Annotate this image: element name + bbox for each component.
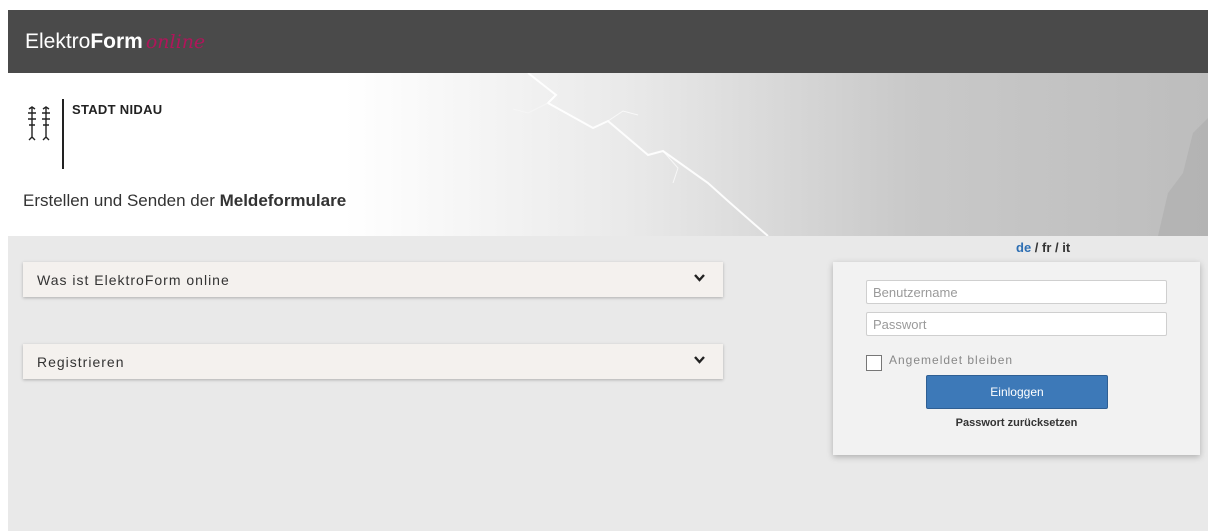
accordion-label: Was ist ElektroForm online bbox=[37, 272, 230, 288]
password-input[interactable] bbox=[866, 312, 1167, 336]
lang-fr[interactable]: fr bbox=[1042, 240, 1051, 255]
chevron-down-icon bbox=[694, 356, 705, 364]
crest-divider bbox=[62, 99, 64, 169]
subtitle-text: Erstellen und Senden der bbox=[23, 191, 215, 210]
accordion-what-is[interactable]: Was ist ElektroForm online bbox=[23, 262, 723, 297]
top-bar: ElektroForm online bbox=[8, 10, 1208, 73]
lang-sep-1: / bbox=[1031, 240, 1043, 255]
lang-it[interactable]: it bbox=[1062, 240, 1070, 255]
chevron-down-icon bbox=[694, 274, 705, 282]
accordion-label: Registrieren bbox=[37, 354, 125, 370]
lang-de[interactable]: de bbox=[1016, 240, 1031, 255]
brand-part-elektro: Elektro bbox=[25, 30, 91, 53]
subtitle-bold: Meldeformulare bbox=[219, 191, 347, 210]
login-button[interactable]: Einloggen bbox=[926, 375, 1108, 409]
nidau-crest-icon bbox=[28, 106, 50, 141]
page-frame: ElektroForm online STADT NIDAU Erstellen … bbox=[8, 10, 1208, 531]
lightning-background bbox=[512, 73, 1208, 236]
lang-sep-2: / bbox=[1051, 240, 1063, 255]
brand-part-online: online bbox=[145, 31, 206, 53]
city-name: STADT NIDAU bbox=[72, 102, 163, 117]
hero-banner: STADT NIDAU Erstellen und Senden der Mel… bbox=[8, 73, 1208, 236]
brand-part-form: Form bbox=[90, 30, 143, 53]
brand-logo[interactable]: ElektroForm online bbox=[25, 30, 205, 54]
page-subtitle: Erstellen und Senden der Meldeformulare bbox=[23, 191, 346, 211]
login-panel: Angemeldet bleiben Einloggen Passwort zu… bbox=[833, 262, 1200, 455]
remember-label[interactable]: Angemeldet bleiben bbox=[889, 353, 1013, 367]
remember-checkbox[interactable] bbox=[866, 355, 882, 371]
language-switcher: de / fr / it bbox=[1016, 240, 1070, 255]
accordion-register[interactable]: Registrieren bbox=[23, 344, 723, 379]
username-input[interactable] bbox=[866, 280, 1167, 304]
reset-password-link[interactable]: Passwort zurücksetzen bbox=[833, 417, 1200, 429]
